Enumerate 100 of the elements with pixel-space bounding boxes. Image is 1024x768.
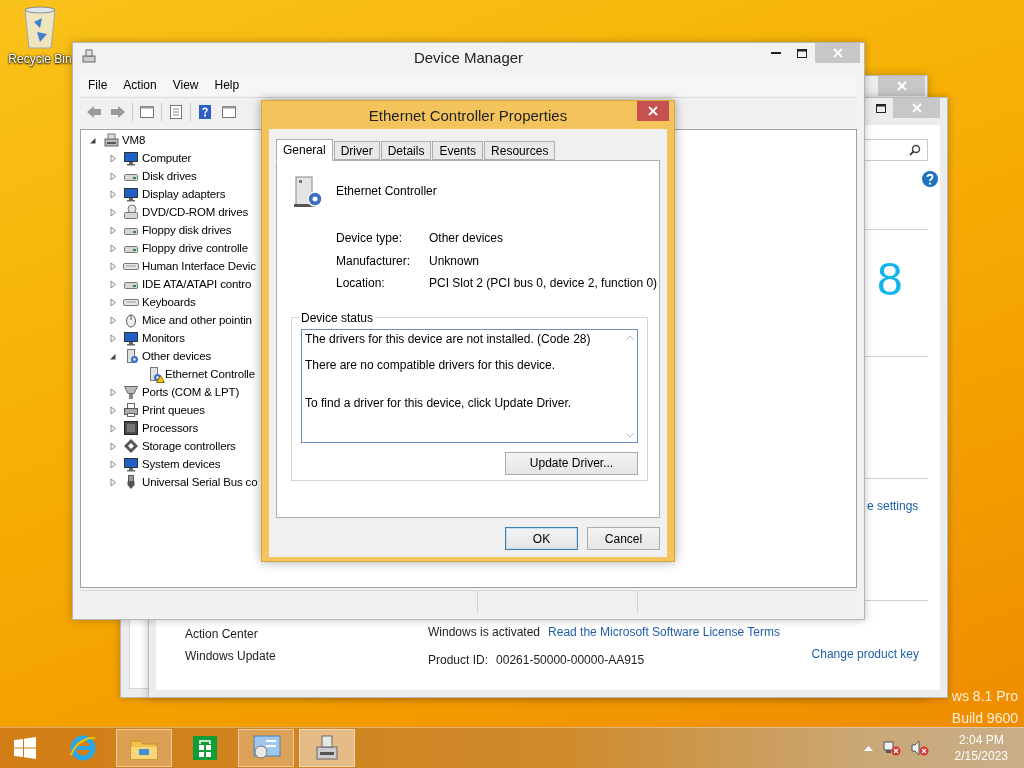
dialog-button[interactable]: OK bbox=[505, 527, 578, 550]
tree-item[interactable]: Monitors bbox=[142, 332, 185, 344]
store-bag-icon bbox=[191, 734, 219, 762]
close-button[interactable] bbox=[637, 101, 669, 121]
activation-status: Windows is activated bbox=[428, 625, 541, 639]
tree-item[interactable]: Processors bbox=[142, 422, 199, 434]
expand-arrow-icon[interactable] bbox=[109, 423, 117, 433]
expand-arrow-icon[interactable] bbox=[109, 225, 117, 235]
group-title: Device status bbox=[300, 310, 375, 325]
expand-arrow-icon[interactable] bbox=[109, 297, 117, 307]
edition-text: Build 9600 bbox=[951, 710, 1018, 726]
tree-item[interactable]: Print queues bbox=[142, 404, 205, 416]
tree-item[interactable]: Mice and other pointin bbox=[142, 314, 252, 326]
dialog-title: Ethernet Controller Properties bbox=[368, 107, 568, 124]
plug-icon bbox=[123, 384, 139, 400]
edition-text: ws 8.1 Pro bbox=[951, 688, 1018, 704]
field-label: Manufacturer: bbox=[336, 253, 412, 268]
monitor-icon bbox=[123, 186, 139, 202]
see-also-link[interactable]: Windows Update bbox=[185, 649, 428, 663]
scroll-up-icon[interactable] bbox=[626, 334, 634, 340]
menu-item[interactable]: View bbox=[164, 75, 207, 95]
collapse-arrow-icon[interactable] bbox=[89, 135, 97, 145]
tree-item[interactable]: Keyboards bbox=[142, 296, 196, 308]
status-text: To find a driver for this device, click Update Driver. bbox=[305, 395, 573, 410]
tree-item[interactable]: Floppy disk drives bbox=[142, 224, 232, 236]
expand-arrow-icon[interactable] bbox=[109, 261, 117, 271]
caret-up-icon[interactable] bbox=[863, 745, 873, 751]
device-manager-icon bbox=[313, 733, 341, 763]
control-panel-icon bbox=[250, 734, 282, 762]
status-text: There are no compatible drivers for this device. bbox=[305, 357, 557, 372]
tree-item[interactable]: Computer bbox=[142, 152, 192, 164]
expand-arrow-icon[interactable] bbox=[109, 171, 117, 181]
list-icon bbox=[168, 104, 184, 120]
change-product-key-link[interactable]: Change product key bbox=[811, 647, 919, 661]
field-value: Unknown bbox=[429, 253, 481, 268]
taskbar-app-button[interactable] bbox=[299, 729, 355, 767]
tab[interactable]: Resources bbox=[484, 141, 556, 160]
tree-item[interactable]: System devices bbox=[142, 458, 221, 470]
expand-arrow-icon[interactable] bbox=[109, 459, 117, 469]
expand-arrow-icon[interactable] bbox=[109, 405, 117, 415]
tree-item[interactable]: Human Interface Devic bbox=[142, 260, 256, 272]
dialog-button[interactable]: Cancel bbox=[587, 527, 660, 550]
mouse-icon bbox=[123, 312, 139, 328]
computer-icon bbox=[103, 132, 119, 148]
collapse-arrow-icon[interactable] bbox=[109, 351, 117, 361]
menu-item[interactable]: File bbox=[80, 75, 116, 95]
field-value: Other devices bbox=[429, 231, 505, 246]
expand-arrow-icon[interactable] bbox=[109, 333, 117, 343]
taskbar-app-button[interactable] bbox=[116, 729, 172, 767]
tree-item[interactable]: VM8 bbox=[122, 134, 146, 146]
tree-item[interactable]: Display adapters bbox=[142, 188, 226, 200]
field-label: Location: bbox=[336, 276, 386, 291]
tab[interactable]: Events bbox=[432, 141, 484, 160]
expand-arrow-icon[interactable] bbox=[109, 315, 117, 325]
tree-item[interactable]: Other devices bbox=[142, 350, 211, 362]
scroll-down-icon[interactable] bbox=[626, 432, 634, 438]
tree-item[interactable]: IDE ATA/ATAPI contro bbox=[142, 278, 252, 290]
expand-arrow-icon[interactable] bbox=[109, 387, 117, 397]
tree-item[interactable]: Storage controllers bbox=[142, 440, 236, 452]
see-also-link[interactable]: Action Center bbox=[185, 627, 428, 641]
menu-item[interactable]: Help bbox=[206, 75, 248, 95]
minimize-icon bbox=[771, 51, 781, 55]
field-value: PCI Slot 2 (PCI bus 0, device 2, function 0) bbox=[429, 276, 658, 291]
close-icon bbox=[832, 48, 843, 58]
expand-arrow-icon[interactable] bbox=[109, 279, 117, 289]
expand-arrow-icon[interactable] bbox=[109, 153, 117, 163]
tree-item[interactable]: Universal Serial Bus co bbox=[142, 476, 258, 488]
expand-arrow-icon[interactable] bbox=[109, 189, 117, 199]
expand-arrow-icon[interactable] bbox=[109, 441, 117, 451]
monitor-icon bbox=[123, 456, 139, 472]
tree-item[interactable]: Floppy drive controlle bbox=[142, 242, 248, 254]
device-icon bbox=[291, 173, 325, 209]
tree-item[interactable]: Disk drives bbox=[142, 170, 197, 182]
optical-drive-icon bbox=[123, 204, 139, 220]
window-title: Device Manager bbox=[413, 49, 524, 66]
panel-icon bbox=[221, 104, 237, 120]
field-label: Device type: bbox=[336, 231, 404, 246]
tab[interactable]: Details bbox=[380, 141, 432, 160]
license-link[interactable]: Read the Microsoft Software License Terms bbox=[548, 625, 780, 639]
update-driver-button[interactable]: Update Driver... bbox=[505, 451, 638, 475]
tree-item[interactable]: Ethernet Controlle bbox=[165, 368, 255, 380]
help-icon[interactable] bbox=[922, 171, 938, 187]
tab[interactable]: Driver bbox=[333, 141, 380, 160]
close-icon bbox=[911, 103, 922, 113]
monitor-icon bbox=[123, 150, 139, 166]
back-arrow-icon bbox=[86, 104, 102, 120]
tree-item[interactable]: Ports (COM & LPT) bbox=[142, 386, 240, 398]
logo-text: 8 bbox=[877, 256, 903, 302]
product-id: 00261-50000-00000-AA915 bbox=[496, 653, 645, 667]
expand-arrow-icon[interactable] bbox=[109, 243, 117, 253]
tab[interactable]: General bbox=[276, 139, 333, 161]
maximize-icon bbox=[797, 48, 807, 58]
taskbar-app-button[interactable] bbox=[238, 729, 294, 767]
forward-arrow-icon bbox=[110, 104, 126, 120]
tree-item[interactable]: DVD/CD-ROM drives bbox=[142, 206, 249, 218]
expand-arrow-icon[interactable] bbox=[109, 477, 117, 487]
chip-icon bbox=[123, 420, 139, 436]
expand-arrow-icon[interactable] bbox=[109, 207, 117, 217]
settings-link[interactable]: e settings bbox=[867, 499, 919, 513]
menu-item[interactable]: Action bbox=[115, 75, 165, 95]
